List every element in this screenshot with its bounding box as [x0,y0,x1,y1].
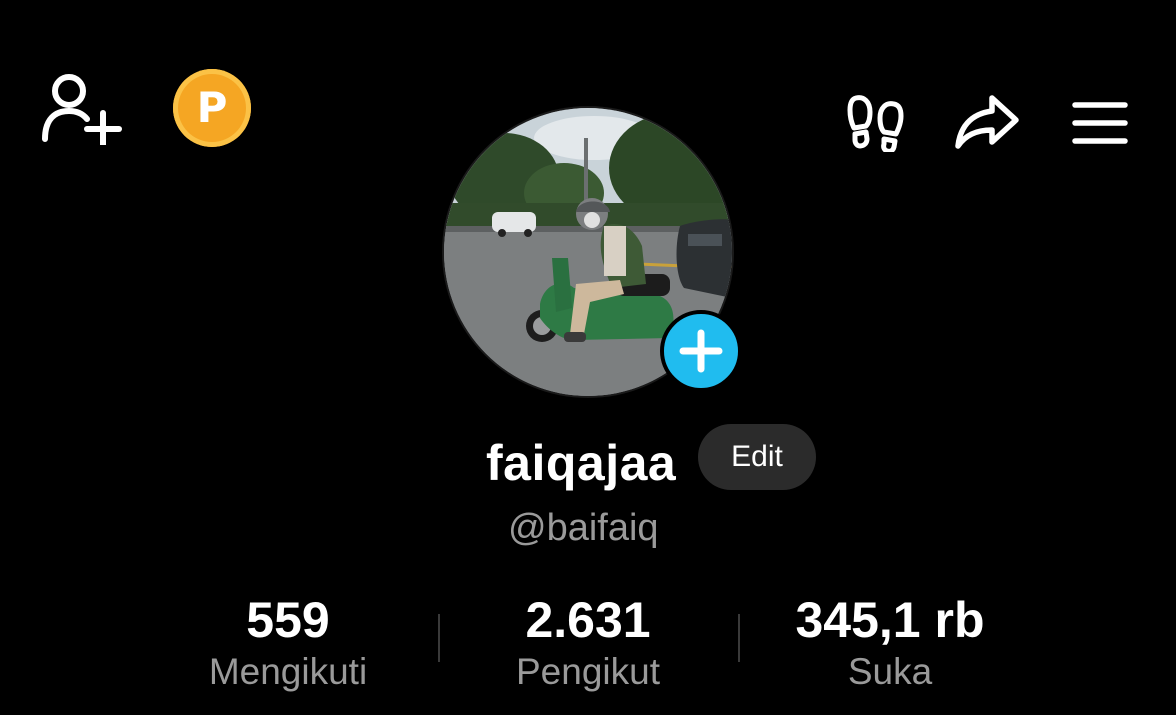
share-button[interactable] [948,84,1026,160]
likes-label: Suka [847,651,933,692]
username-handle: @baifaiq [508,507,659,549]
add-friend-button[interactable] [36,66,126,148]
footprint-icon [847,95,904,152]
coin-icon: P [173,69,251,147]
stat-divider [738,614,740,662]
following-count: 559 [246,592,330,648]
menu-icon [1072,102,1128,144]
stat-followers[interactable]: 2.631 Pengikut [488,592,688,696]
display-name: faiqajaa [486,435,677,491]
following-label: Mengikuti [208,651,368,692]
stat-following[interactable]: 559 Mengikuti [188,592,388,696]
plus-icon [679,329,723,373]
share-icon [955,95,1019,149]
edit-profile-button[interactable]: Edit [698,424,816,490]
menu-button[interactable] [1062,90,1138,156]
coin-button[interactable]: P [172,68,252,148]
coin-label: P [196,83,228,132]
followers-label: Pengikut [516,651,660,692]
add-friend-icon [42,74,122,145]
add-story-button[interactable] [660,310,742,392]
likes-count: 345,1 rb [795,592,985,648]
stat-likes[interactable]: 345,1 rb Suka [770,592,1010,696]
followers-count: 2.631 [525,592,651,648]
stat-divider [438,614,440,662]
profile-views-button[interactable] [840,88,912,156]
